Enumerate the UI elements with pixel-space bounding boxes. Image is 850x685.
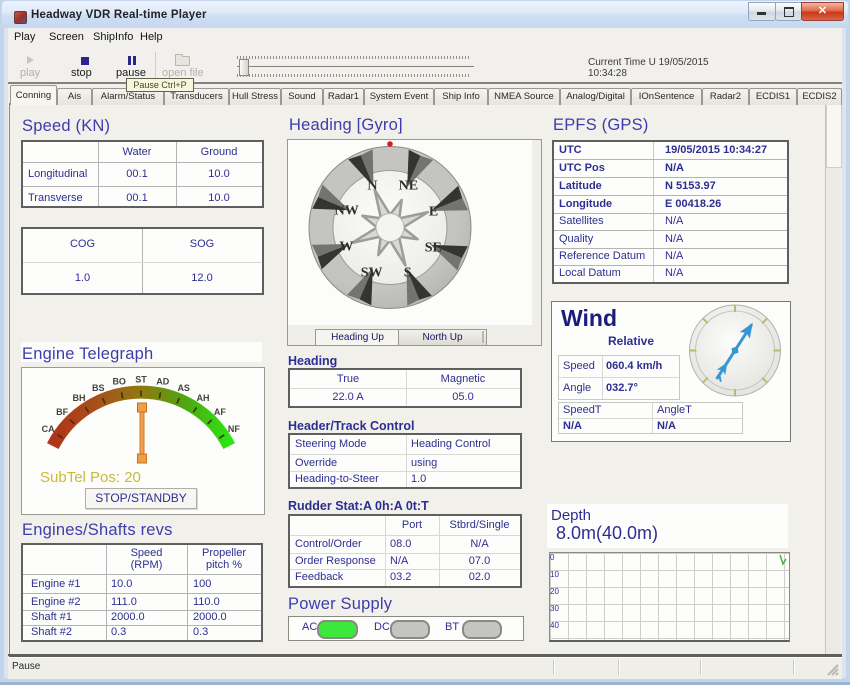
svg-text:ST: ST (135, 375, 147, 385)
svg-text:SW: SW (361, 265, 383, 280)
svg-text:S: S (404, 266, 412, 281)
svg-text:NF: NF (228, 424, 240, 434)
svg-text:AD: AD (156, 377, 169, 387)
svg-text:NW: NW (335, 204, 359, 219)
svg-text:BS: BS (92, 383, 105, 393)
svg-text:E: E (429, 204, 438, 219)
svg-text:AF: AF (214, 407, 226, 417)
svg-text:SE: SE (425, 240, 442, 255)
svg-text:BH: BH (73, 393, 86, 403)
svg-text:AS: AS (177, 383, 190, 393)
svg-text:AH: AH (197, 393, 210, 403)
svg-text:NE: NE (399, 179, 418, 194)
svg-text:N: N (367, 178, 377, 193)
svg-text:BF: BF (56, 407, 68, 417)
svg-text:CA: CA (42, 424, 55, 434)
svg-text:W: W (339, 240, 353, 255)
svg-text:BO: BO (112, 377, 126, 387)
